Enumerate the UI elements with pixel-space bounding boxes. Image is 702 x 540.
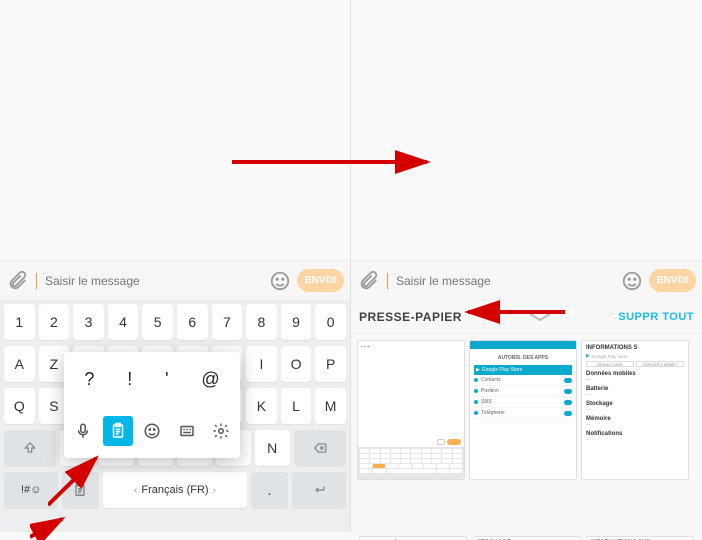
emoji-popup-icon[interactable] bbox=[137, 416, 167, 446]
popup-symbol-row: ? ! ' @ bbox=[68, 356, 236, 403]
left-upper-blank bbox=[0, 0, 350, 260]
key[interactable]: Q bbox=[4, 388, 35, 424]
key[interactable]: K bbox=[246, 388, 277, 424]
clipboard-icon[interactable] bbox=[103, 416, 133, 446]
space-label: Français (FR) bbox=[141, 484, 208, 496]
settings-icon[interactable] bbox=[206, 416, 236, 446]
key[interactable]: N bbox=[255, 430, 290, 466]
play-store-icon: ▶ bbox=[476, 367, 480, 373]
mini-button: FORCER L'ARRÊT bbox=[636, 361, 684, 367]
right-panel: ENVOI PRESSE-PAPIER SUPPR TOUT ▪ ▪ ▪ bbox=[351, 0, 702, 532]
key[interactable]: P bbox=[315, 346, 346, 382]
right-upper-blank bbox=[351, 0, 702, 260]
key[interactable]: L bbox=[281, 388, 312, 424]
period-key[interactable]: . bbox=[251, 472, 287, 508]
key[interactable]: 3 bbox=[73, 304, 104, 340]
popup-symbol[interactable]: ! bbox=[119, 365, 140, 394]
key[interactable]: 1 bbox=[4, 304, 35, 340]
key[interactable]: 7 bbox=[212, 304, 243, 340]
clipboard-tile[interactable]: INFORMATIONS S ▶ Google Play store DÉSAC… bbox=[581, 340, 689, 480]
send-button-left[interactable]: ENVOI bbox=[297, 269, 344, 292]
mic-icon[interactable] bbox=[68, 416, 98, 446]
clipboard-tile[interactable]: INFORMATIONS SUR L'APPLICATION bbox=[586, 536, 694, 540]
arrow-annotation bbox=[48, 450, 108, 510]
message-row-right: ENVOI bbox=[351, 260, 702, 300]
key[interactable]: O bbox=[281, 346, 312, 382]
clipboard-tile[interactable]: ▪ ▪ ▪ bbox=[357, 340, 465, 480]
popup-symbol[interactable]: @ bbox=[193, 365, 227, 394]
enter-key[interactable] bbox=[292, 472, 346, 508]
send-button-right[interactable]: ENVOI bbox=[649, 269, 696, 292]
key[interactable]: 4 bbox=[108, 304, 139, 340]
message-row-left: ENVOI bbox=[0, 260, 350, 300]
popup-symbol[interactable]: ? bbox=[76, 365, 102, 394]
tile-row-label: Google Play Store bbox=[482, 367, 523, 373]
delete-all-button[interactable]: SUPPR TOUT bbox=[618, 311, 694, 323]
tile-header: AUTORIS. DES APPS bbox=[474, 353, 572, 363]
backspace-key[interactable] bbox=[294, 430, 346, 466]
emoji-icon[interactable] bbox=[621, 270, 643, 292]
arrow-annotation bbox=[232, 150, 442, 174]
key[interactable]: M bbox=[315, 388, 346, 424]
keyboard-layout-icon[interactable] bbox=[172, 416, 202, 446]
text-cursor bbox=[36, 273, 37, 289]
message-input-right[interactable] bbox=[396, 261, 615, 300]
key[interactable]: 8 bbox=[246, 304, 277, 340]
space-key[interactable]: ‹ Français (FR) › bbox=[103, 472, 248, 508]
popup-symbol[interactable]: ' bbox=[157, 365, 176, 394]
message-input-left[interactable] bbox=[45, 261, 263, 300]
key[interactable]: I bbox=[246, 346, 277, 382]
key[interactable]: 6 bbox=[177, 304, 208, 340]
key[interactable]: 0 bbox=[315, 304, 346, 340]
key[interactable]: 9 bbox=[281, 304, 312, 340]
arrow-annotation bbox=[30, 515, 70, 540]
clipboard-tile[interactable]: STOCKAGE bbox=[473, 536, 581, 540]
clipboard-tile[interactable]: ⚙ PARAMÈTRES D'APPEL Paramètres rapides … bbox=[359, 536, 467, 540]
text-cursor bbox=[387, 273, 388, 289]
popup-icon-row bbox=[68, 407, 236, 454]
kbd-row-1: 1234567890 bbox=[4, 304, 346, 340]
key[interactable]: 5 bbox=[142, 304, 173, 340]
mini-keyboard bbox=[358, 447, 464, 479]
clipboard-title: PRESSE-PAPIER bbox=[359, 310, 462, 324]
attach-icon[interactable] bbox=[6, 270, 28, 292]
key[interactable]: A bbox=[4, 346, 35, 382]
clipboard-bottom-row: ⚙ PARAMÈTRES D'APPEL Paramètres rapides … bbox=[351, 532, 702, 540]
longpress-popup: ? ! ' @ bbox=[64, 352, 240, 458]
clipboard-tile[interactable]: AUTORIS. DES APPS ▶ Google Play Store Co… bbox=[469, 340, 577, 480]
arrow-annotation bbox=[460, 300, 570, 324]
mini-button: DÉSACTIVER bbox=[586, 361, 634, 367]
key[interactable]: 2 bbox=[39, 304, 70, 340]
play-store-icon: ▶ bbox=[586, 353, 590, 359]
attach-icon[interactable] bbox=[357, 270, 379, 292]
emoji-icon[interactable] bbox=[269, 270, 291, 292]
root: ENVOI 1234567890 AZERTYUIOP QSDFGHJKLM W… bbox=[0, 0, 702, 532]
clipboard-tiles: ▪ ▪ ▪ AUTORIS. DES APPS bbox=[351, 334, 702, 532]
